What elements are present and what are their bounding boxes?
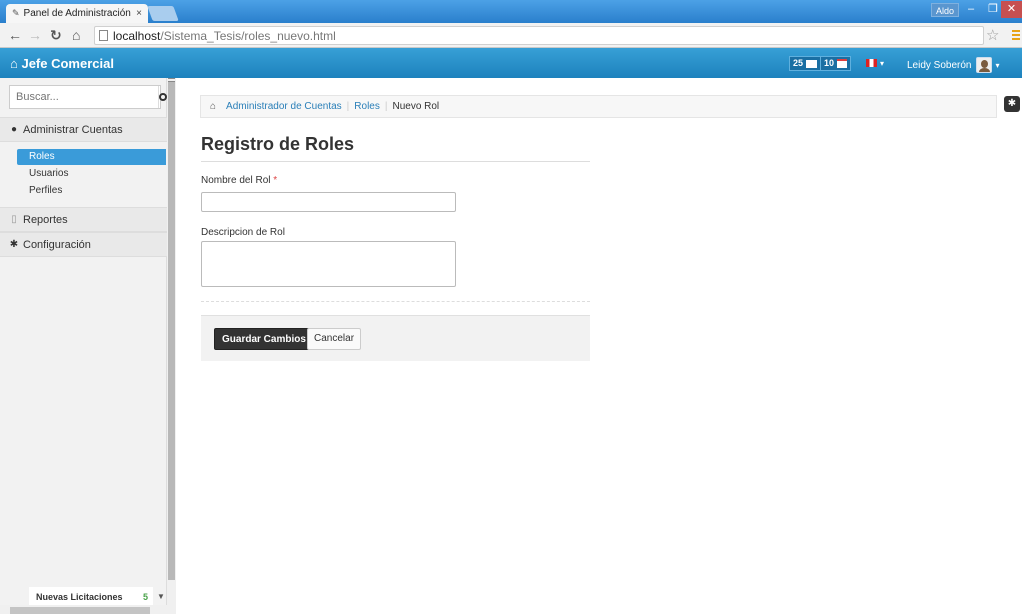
scroll-thumb[interactable] bbox=[168, 82, 175, 580]
reload-icon[interactable]: ↻ bbox=[50, 27, 62, 43]
chevron-down-icon: ▾ bbox=[995, 60, 1000, 70]
user-menu[interactable]: Leidy Soberón ▾ bbox=[907, 57, 1000, 73]
url-input[interactable]: localhost/Sistema_Tesis/roles_nuevo.html bbox=[94, 26, 984, 45]
save-button[interactable]: Guardar Cambios bbox=[214, 328, 314, 350]
sidebar-item-roles[interactable]: Roles bbox=[17, 149, 166, 165]
home-icon[interactable]: ⌂ bbox=[210, 101, 216, 112]
horizontal-scrollbar[interactable] bbox=[0, 605, 167, 614]
scroll-thumb[interactable] bbox=[10, 607, 150, 614]
events-badge[interactable]: 10 bbox=[820, 56, 852, 71]
breadcrumb: ⌂ Administrador de Cuentas | Roles | Nue… bbox=[200, 95, 997, 118]
breadcrumb-roles-link[interactable]: Roles bbox=[354, 101, 380, 112]
search-button[interactable] bbox=[158, 86, 167, 108]
divider bbox=[201, 301, 590, 302]
search-input[interactable] bbox=[10, 86, 158, 108]
home-icon[interactable]: ⌂ bbox=[72, 27, 80, 43]
role-name-input[interactable] bbox=[201, 192, 456, 212]
app-header: ⌂ Jefe Comercial 25 10 ▾ Leidy Soberón ▾ bbox=[0, 48, 1022, 78]
sidebar-section-label: Administrar Cuentas bbox=[23, 123, 123, 136]
back-icon[interactable]: ← bbox=[8, 27, 22, 43]
sidebar-item-usuarios[interactable]: Usuarios bbox=[17, 166, 166, 182]
mail-icon bbox=[806, 59, 818, 68]
new-tenders-widget[interactable]: Nuevas Licitaciones 5 bbox=[29, 587, 153, 607]
role-name-label: Nombre del Rol * bbox=[201, 175, 277, 186]
role-description-textarea[interactable] bbox=[201, 241, 456, 287]
sidebar-section-reportes[interactable]: ▯ Reportes bbox=[0, 207, 167, 232]
url-path: /Sistema_Tesis/roles_nuevo.html bbox=[160, 28, 336, 43]
search-icon bbox=[159, 93, 167, 101]
close-icon[interactable]: ✕ bbox=[1001, 1, 1022, 18]
forward-icon[interactable]: → bbox=[28, 27, 42, 43]
role-name-label-text: Nombre del Rol bbox=[201, 175, 271, 186]
tab-favicon-icon: ✎ bbox=[12, 8, 20, 18]
tab-title: Panel de Administración bbox=[23, 8, 131, 19]
page-icon bbox=[99, 30, 108, 41]
breadcrumb-separator: | bbox=[346, 101, 350, 112]
user-name: Leidy Soberón bbox=[907, 59, 972, 71]
required-mark: * bbox=[273, 175, 278, 186]
calendar-icon bbox=[837, 59, 848, 68]
profile-badge[interactable]: Aldo bbox=[931, 3, 960, 17]
new-tab-button[interactable] bbox=[147, 6, 179, 21]
sidebar: ● Administrar Cuentas Roles Usuarios Per… bbox=[0, 78, 167, 614]
tab-close-icon[interactable]: × bbox=[136, 8, 142, 19]
browser-menu-icon[interactable] bbox=[1012, 30, 1020, 40]
brand[interactable]: ⌂ Jefe Comercial bbox=[10, 56, 114, 71]
sidebar-section-label: Reportes bbox=[23, 213, 68, 226]
messages-count: 25 bbox=[793, 58, 804, 68]
cancel-button[interactable]: Cancelar bbox=[307, 328, 362, 350]
breadcrumb-current: Nuevo Rol bbox=[392, 101, 440, 112]
bookmark-star-icon[interactable]: ☆ bbox=[986, 26, 999, 44]
breadcrumb-accounts-link[interactable]: Administrador de Cuentas bbox=[226, 101, 342, 112]
browser-titlebar: ✎ Panel de Administración × Aldo – ❐ ✕ bbox=[0, 0, 1022, 23]
chevron-down-icon[interactable]: ▾ bbox=[880, 59, 884, 68]
events-count: 10 bbox=[824, 58, 835, 68]
form-actions: Guardar Cambios Cancelar bbox=[201, 315, 590, 361]
new-tenders-label: Nuevas Licitaciones bbox=[36, 592, 123, 602]
url-host: localhost bbox=[113, 28, 161, 43]
settings-gear-icon[interactable]: ✱ bbox=[1004, 96, 1020, 112]
role-description-label: Descripcion de Rol bbox=[201, 227, 285, 238]
sidebar-item-perfiles[interactable]: Perfiles bbox=[17, 183, 166, 199]
avatar bbox=[975, 57, 992, 73]
report-icon: ▯ bbox=[11, 214, 17, 225]
language-flag-icon[interactable] bbox=[866, 59, 877, 67]
gear-icon: ✱ bbox=[9, 239, 19, 250]
page-title: Registro de Roles bbox=[201, 134, 355, 154]
scroll-down-icon[interactable]: ▼ bbox=[157, 592, 165, 601]
home-icon: ⌂ bbox=[10, 56, 22, 71]
sidebar-scrollbar[interactable] bbox=[167, 78, 176, 614]
minimize-icon[interactable]: – bbox=[960, 1, 982, 18]
sidebar-section-accounts[interactable]: ● Administrar Cuentas bbox=[0, 117, 167, 142]
user-icon: ● bbox=[10, 124, 18, 135]
brand-label: Jefe Comercial bbox=[21, 56, 114, 71]
sidebar-search bbox=[9, 85, 167, 109]
address-toolbar: ← → ↻ ⌂ localhost/Sistema_Tesis/roles_nu… bbox=[0, 23, 1022, 48]
messages-badge[interactable]: 25 bbox=[789, 56, 822, 71]
new-tenders-count: 5 bbox=[142, 592, 148, 602]
sidebar-section-label: Configuración bbox=[23, 238, 91, 251]
browser-tab[interactable]: ✎ Panel de Administración × bbox=[6, 4, 148, 23]
sidebar-section-configuracion[interactable]: ✱ Configuración bbox=[0, 232, 167, 257]
divider bbox=[201, 161, 590, 162]
breadcrumb-separator: | bbox=[384, 101, 388, 112]
